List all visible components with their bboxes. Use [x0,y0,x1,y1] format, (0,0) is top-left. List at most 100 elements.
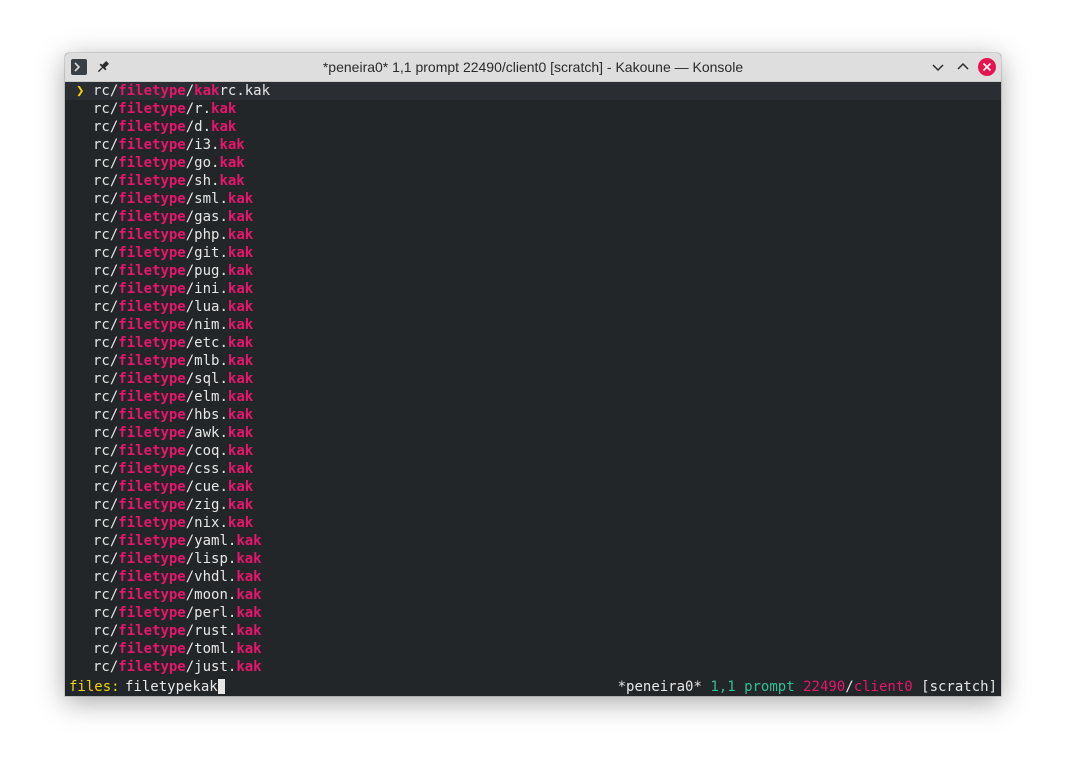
match-highlight: filetype [118,209,186,225]
match-highlight: filetype [118,299,186,315]
status-bar: files: filetypekak *peneira0* 1,1 prompt… [65,678,1001,696]
list-item[interactable]: rc/filetype/go.kak [65,154,1001,172]
list-item[interactable]: rc/filetype/lisp.kak [65,550,1001,568]
list-item-path: rc/filetype/mlb.kak [93,352,253,370]
match-highlight: filetype [118,389,186,405]
list-item[interactable]: rc/filetype/perl.kak [65,604,1001,622]
list-item-path: rc/filetype/kakrc.kak [93,82,270,100]
path-segment: rc/ [93,227,119,243]
path-segment: rc/ [93,443,119,459]
match-highlight: kak [227,479,254,495]
match-highlight: kak [236,569,262,585]
list-item[interactable]: rc/filetype/lua.kak [65,298,1001,316]
list-item[interactable]: rc/filetype/css.kak [65,460,1001,478]
terminal-area[interactable]: ❯ rc/filetype/kakrc.kak rc/filetype/r.kak r… [65,82,1001,696]
terminal-icon[interactable] [71,59,87,75]
path-segment: /go. [185,155,220,171]
list-item[interactable]: rc/filetype/nim.kak [65,316,1001,334]
list-item[interactable]: rc/filetype/elm.kak [65,388,1001,406]
path-segment: /hbs. [185,407,228,423]
list-item-path: rc/filetype/hbs.kak [93,406,253,424]
list-item[interactable]: rc/filetype/ini.kak [65,280,1001,298]
list-item[interactable]: rc/filetype/just.kak [65,658,1001,676]
list-item[interactable]: rc/filetype/awk.kak [65,424,1001,442]
list-item[interactable]: rc/filetype/git.kak [65,244,1001,262]
list-item[interactable]: rc/filetype/yaml.kak [65,532,1001,550]
match-highlight: filetype [118,335,186,351]
list-item[interactable]: rc/filetype/sql.kak [65,370,1001,388]
match-highlight: filetype [118,371,186,387]
match-highlight: filetype [118,191,186,207]
list-item-selected[interactable]: ❯ rc/filetype/kakrc.kak [65,82,1001,100]
match-highlight: kak [227,227,254,243]
minimize-icon[interactable] [929,58,947,76]
prompt-label: files: [69,679,120,695]
list-item-path: rc/filetype/d.kak [93,118,236,136]
match-highlight: kak [227,209,254,225]
path-segment: /perl. [185,605,237,621]
window-title: *peneira0* 1,1 prompt 22490/client0 [scr… [322,59,744,75]
match-highlight: kak [227,335,254,351]
prompt-input[interactable]: filetypekak [125,678,225,696]
list-item-path: rc/filetype/coq.kak [93,442,253,460]
pin-icon[interactable] [95,59,111,75]
path-segment: /css. [185,461,228,477]
list-item[interactable]: rc/filetype/vhdl.kak [65,568,1001,586]
list-item[interactable]: rc/filetype/php.kak [65,226,1001,244]
list-item[interactable]: rc/filetype/etc.kak [65,334,1001,352]
list-item[interactable]: rc/filetype/mlb.kak [65,352,1001,370]
path-segment: /nim. [185,317,228,333]
path-segment: /php. [185,227,228,243]
list-item[interactable]: rc/filetype/zig.kak [65,496,1001,514]
match-highlight: filetype [118,263,186,279]
list-item[interactable]: rc/filetype/d.kak [65,118,1001,136]
path-segment: /ini. [185,281,228,297]
path-segment: /rust. [185,623,237,639]
list-item[interactable]: rc/filetype/nix.kak [65,514,1001,532]
path-segment: rc/ [93,623,119,639]
path-segment: rc/ [93,407,119,423]
list-item[interactable]: rc/filetype/i3.kak [65,136,1001,154]
list-item-path: rc/filetype/awk.kak [93,424,253,442]
path-segment: /coq. [185,443,228,459]
list-item[interactable]: rc/filetype/sml.kak [65,190,1001,208]
path-segment: rc/ [93,641,119,657]
path-segment: /etc. [185,335,228,351]
path-segment: rc/ [93,425,119,441]
modeline-mode: prompt [744,679,795,695]
list-item-path: rc/filetype/go.kak [93,154,245,172]
path-segment: rc/ [93,317,119,333]
path-segment: rc/ [93,209,119,225]
titlebar[interactable]: *peneira0* 1,1 prompt 22490/client0 [scr… [65,53,1001,82]
match-highlight: filetype [118,443,186,459]
match-highlight: kak [227,299,254,315]
list-item[interactable]: rc/filetype/cue.kak [65,478,1001,496]
list-item[interactable]: rc/filetype/gas.kak [65,208,1001,226]
close-icon[interactable] [978,58,996,76]
maximize-icon[interactable] [954,58,972,76]
list-item[interactable]: rc/filetype/moon.kak [65,586,1001,604]
list-item-path: rc/filetype/php.kak [93,226,253,244]
list-item[interactable]: rc/filetype/coq.kak [65,442,1001,460]
match-highlight: kak [227,461,254,477]
list-item[interactable]: rc/filetype/sh.kak [65,172,1001,190]
konsole-window: *peneira0* 1,1 prompt 22490/client0 [scr… [65,53,1001,696]
match-highlight: kak [219,173,245,189]
match-highlight: kak [236,623,262,639]
path-segment: rc/ [93,587,119,603]
list-item[interactable]: rc/filetype/rust.kak [65,622,1001,640]
modeline-client: client0 [853,679,913,695]
match-highlight: filetype [118,155,186,171]
match-highlight: kak [227,245,254,261]
match-highlight: filetype [118,659,186,675]
list-item[interactable]: rc/filetype/pug.kak [65,262,1001,280]
list-item[interactable]: rc/filetype/r.kak [65,100,1001,118]
path-segment: /mlb. [185,353,228,369]
list-item[interactable]: rc/filetype/hbs.kak [65,406,1001,424]
match-highlight: kak [211,119,237,135]
prompt-input-value[interactable]: filetypekak [125,679,218,695]
list-item-path: rc/filetype/etc.kak [93,334,253,352]
list-item-path: rc/filetype/toml.kak [93,640,262,658]
path-segment: rc/ [93,137,119,153]
list-item[interactable]: rc/filetype/toml.kak [65,640,1001,658]
